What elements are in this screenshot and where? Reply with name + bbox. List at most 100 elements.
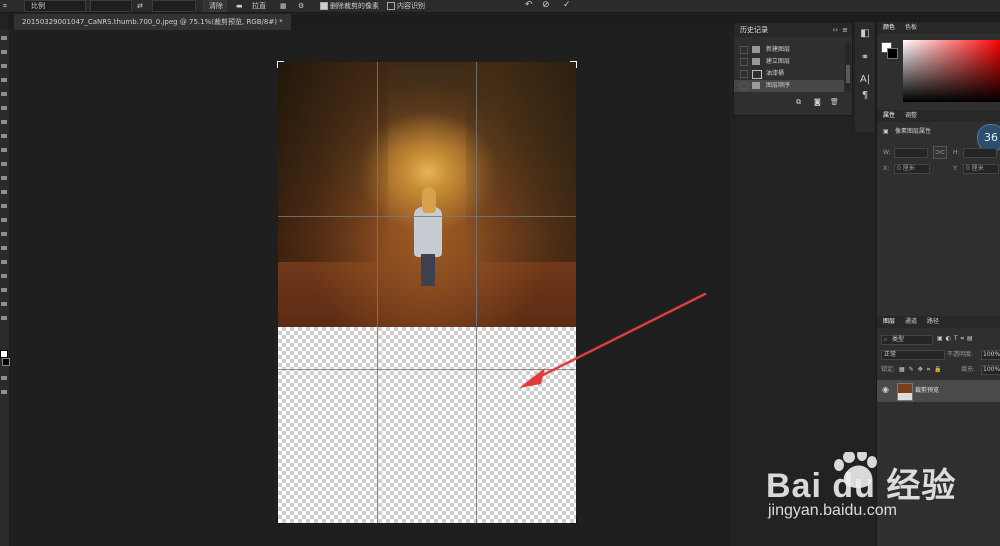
history-snapshot-box[interactable] <box>740 46 748 54</box>
fill-value: 100% <box>983 366 1000 373</box>
height-input[interactable] <box>963 148 997 158</box>
color-spectrum[interactable] <box>903 40 1000 102</box>
crop-tool-icon[interactable]: ⌗ <box>3 1 7 11</box>
straighten-icon[interactable]: ▬ <box>236 1 243 11</box>
layer-filter-icons[interactable]: ▣◐T⌗▤ <box>937 335 976 343</box>
tab-layers[interactable]: 图层 <box>879 316 899 328</box>
crop-handle-top-left[interactable] <box>277 61 284 68</box>
commit-check-icon[interactable]: ✓ <box>563 0 571 10</box>
document-tab[interactable]: 20150329001047_CaNRS.thumb.700_0.jpeg @ … <box>14 14 291 30</box>
grid-overlay-icon[interactable]: ▦ <box>280 1 287 11</box>
collapse-icon[interactable]: ›› <box>832 23 838 37</box>
history-snapshot-box[interactable] <box>740 82 748 90</box>
foreground-color-swatch[interactable] <box>0 350 8 358</box>
crop-handle-bottom-right[interactable] <box>570 517 577 524</box>
path-select-tool-icon[interactable] <box>1 260 7 264</box>
properties-panel-header: 属性 调整 <box>877 110 1000 122</box>
arrow-head <box>519 368 545 388</box>
fill-input[interactable]: 100% <box>981 365 1000 375</box>
crop-handle-bottom-left[interactable] <box>277 517 284 524</box>
history-snapshot-box[interactable] <box>740 70 748 78</box>
history-snapshot-box[interactable] <box>740 58 748 66</box>
history-item[interactable]: 油漆桶 <box>734 68 844 80</box>
history-scrollbar-thumb[interactable] <box>846 65 850 83</box>
swap-icon[interactable]: ⇄ <box>137 1 143 11</box>
blur-tool-icon[interactable] <box>1 204 7 208</box>
opacity-input[interactable]: 100% <box>981 350 1000 360</box>
cancel-icon[interactable]: ⊘ <box>542 0 550 10</box>
new-document-from-state-icon[interactable]: ⧉ <box>796 98 801 107</box>
background-color-swatch[interactable] <box>2 358 10 366</box>
screen-mode-icon[interactable] <box>1 390 7 394</box>
reset-icon[interactable]: ↶ <box>525 0 533 10</box>
panel-menu-icon[interactable]: ≡ <box>842 23 848 37</box>
pixel-layer-icon: ▣ <box>883 128 889 135</box>
visibility-eye-icon[interactable]: ◉ <box>882 385 889 394</box>
pen-tool-icon[interactable] <box>1 232 7 236</box>
layer-filter-select[interactable]: ⌕ 类型 <box>881 335 933 345</box>
width-input[interactable] <box>894 148 928 158</box>
shape-tool-icon[interactable] <box>1 274 7 278</box>
tab-channels[interactable]: 通道 <box>901 316 921 328</box>
healing-tool-icon[interactable] <box>1 120 7 124</box>
history-scrollbar[interactable] <box>845 43 851 91</box>
dodge-tool-icon[interactable] <box>1 218 7 222</box>
quick-mask-icon[interactable] <box>1 376 7 380</box>
history-brush-tool-icon[interactable] <box>1 162 7 166</box>
blend-mode-select[interactable]: 正常 <box>881 350 945 360</box>
character-icon[interactable]: A| <box>859 74 871 86</box>
history-item[interactable]: 建立图层 <box>734 56 844 68</box>
delete-cropped-label: 删除裁剪的像素 <box>330 2 379 10</box>
paint-bucket-icon <box>752 70 762 79</box>
type-tool-icon[interactable] <box>1 246 7 250</box>
crop-tool-icon[interactable] <box>1 92 7 96</box>
zoom-tool-icon[interactable] <box>1 302 7 306</box>
girl-coat <box>414 207 442 257</box>
link-icon[interactable]: ⊃⊂ <box>933 146 947 159</box>
history-item[interactable]: 新建图层 <box>734 44 844 56</box>
marquee-tool-icon[interactable] <box>1 50 7 54</box>
layer-row[interactable]: ◉ 裁剪预览 <box>877 380 1000 402</box>
opacity-label: 不透明度: <box>947 351 974 358</box>
brush-tool-icon[interactable] <box>1 134 7 138</box>
ratio-select[interactable]: 比例 <box>24 0 86 12</box>
opacity-value: 100% <box>983 351 1000 358</box>
tab-paths[interactable]: 路径 <box>923 316 943 328</box>
y-input[interactable]: 0 厘米 <box>963 164 999 174</box>
lock-label: 锁定: <box>881 366 896 373</box>
tab-adjustments[interactable]: 调整 <box>901 110 921 122</box>
layer-name[interactable]: 裁剪预览 <box>915 380 939 402</box>
lock-icons[interactable]: ▦✎✥⌗🔒 <box>899 366 946 374</box>
trash-icon[interactable]: 🗑 <box>830 98 839 106</box>
tab-swatches[interactable]: 色板 <box>901 22 921 34</box>
more-tools-icon[interactable] <box>1 316 7 320</box>
history-item-active[interactable]: 图层顺序 <box>734 80 844 92</box>
history-icon[interactable]: ◧ <box>859 28 871 40</box>
hand-tool-icon[interactable] <box>1 288 7 292</box>
history-panel-title[interactable]: 历史记录 <box>740 23 768 37</box>
content-aware-checkbox[interactable] <box>387 2 395 10</box>
height-field[interactable] <box>152 0 196 12</box>
clear-button[interactable]: 清除 <box>203 0 227 12</box>
crop-grid-line <box>476 62 477 523</box>
paragraph-icon[interactable]: ¶ <box>859 90 871 102</box>
width-field[interactable] <box>90 0 132 12</box>
camera-icon[interactable]: ◙ <box>814 98 821 106</box>
brush-settings-icon[interactable]: ⚭ <box>859 52 871 64</box>
x-input[interactable]: 0 厘米 <box>894 164 930 174</box>
properties-section-label: 像素图层属性 <box>895 128 932 135</box>
gradient-tool-icon[interactable] <box>1 190 7 194</box>
tab-properties[interactable]: 属性 <box>879 110 899 122</box>
straighten-label[interactable]: 拉直 <box>252 1 266 11</box>
background-swatch[interactable] <box>887 48 898 59</box>
quick-select-tool-icon[interactable] <box>1 78 7 82</box>
crop-handle-top-right[interactable] <box>570 61 577 68</box>
eraser-tool-icon[interactable] <box>1 176 7 180</box>
tab-color[interactable]: 颜色 <box>879 22 899 34</box>
stamp-tool-icon[interactable] <box>1 148 7 152</box>
eyedropper-tool-icon[interactable] <box>1 106 7 110</box>
move-tool-icon[interactable] <box>1 36 7 40</box>
lasso-tool-icon[interactable] <box>1 64 7 68</box>
settings-gear-icon[interactable]: ⚙ <box>298 1 304 11</box>
delete-cropped-checkbox[interactable] <box>320 2 328 10</box>
